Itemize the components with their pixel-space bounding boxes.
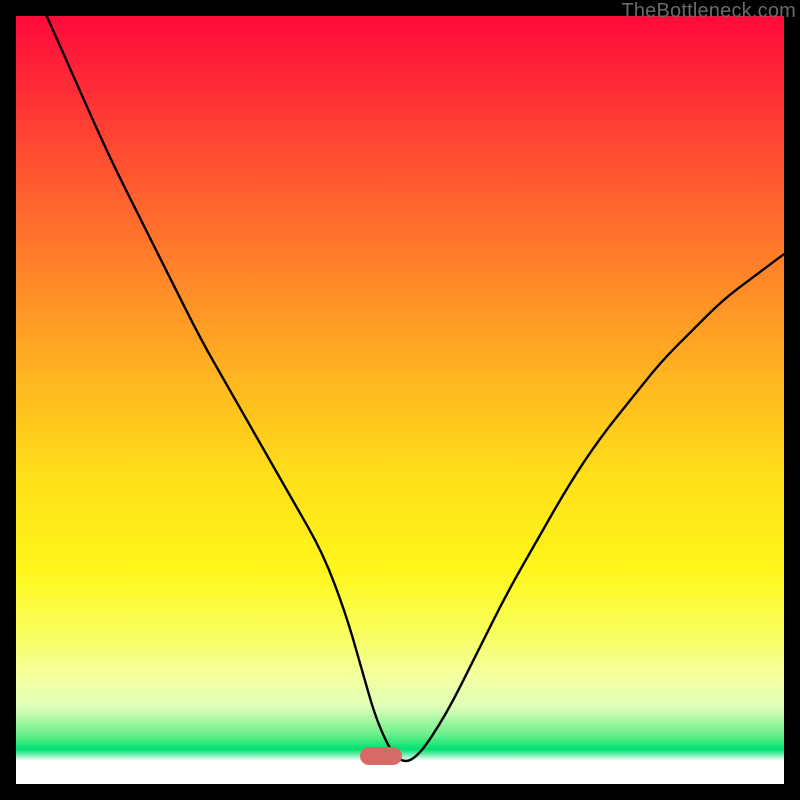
watermark-text: TheBottleneck.com bbox=[621, 0, 796, 23]
optimal-marker bbox=[360, 747, 402, 765]
bottleneck-curve bbox=[16, 16, 784, 784]
plot-area bbox=[16, 16, 784, 784]
chart-frame: TheBottleneck.com bbox=[0, 0, 800, 800]
